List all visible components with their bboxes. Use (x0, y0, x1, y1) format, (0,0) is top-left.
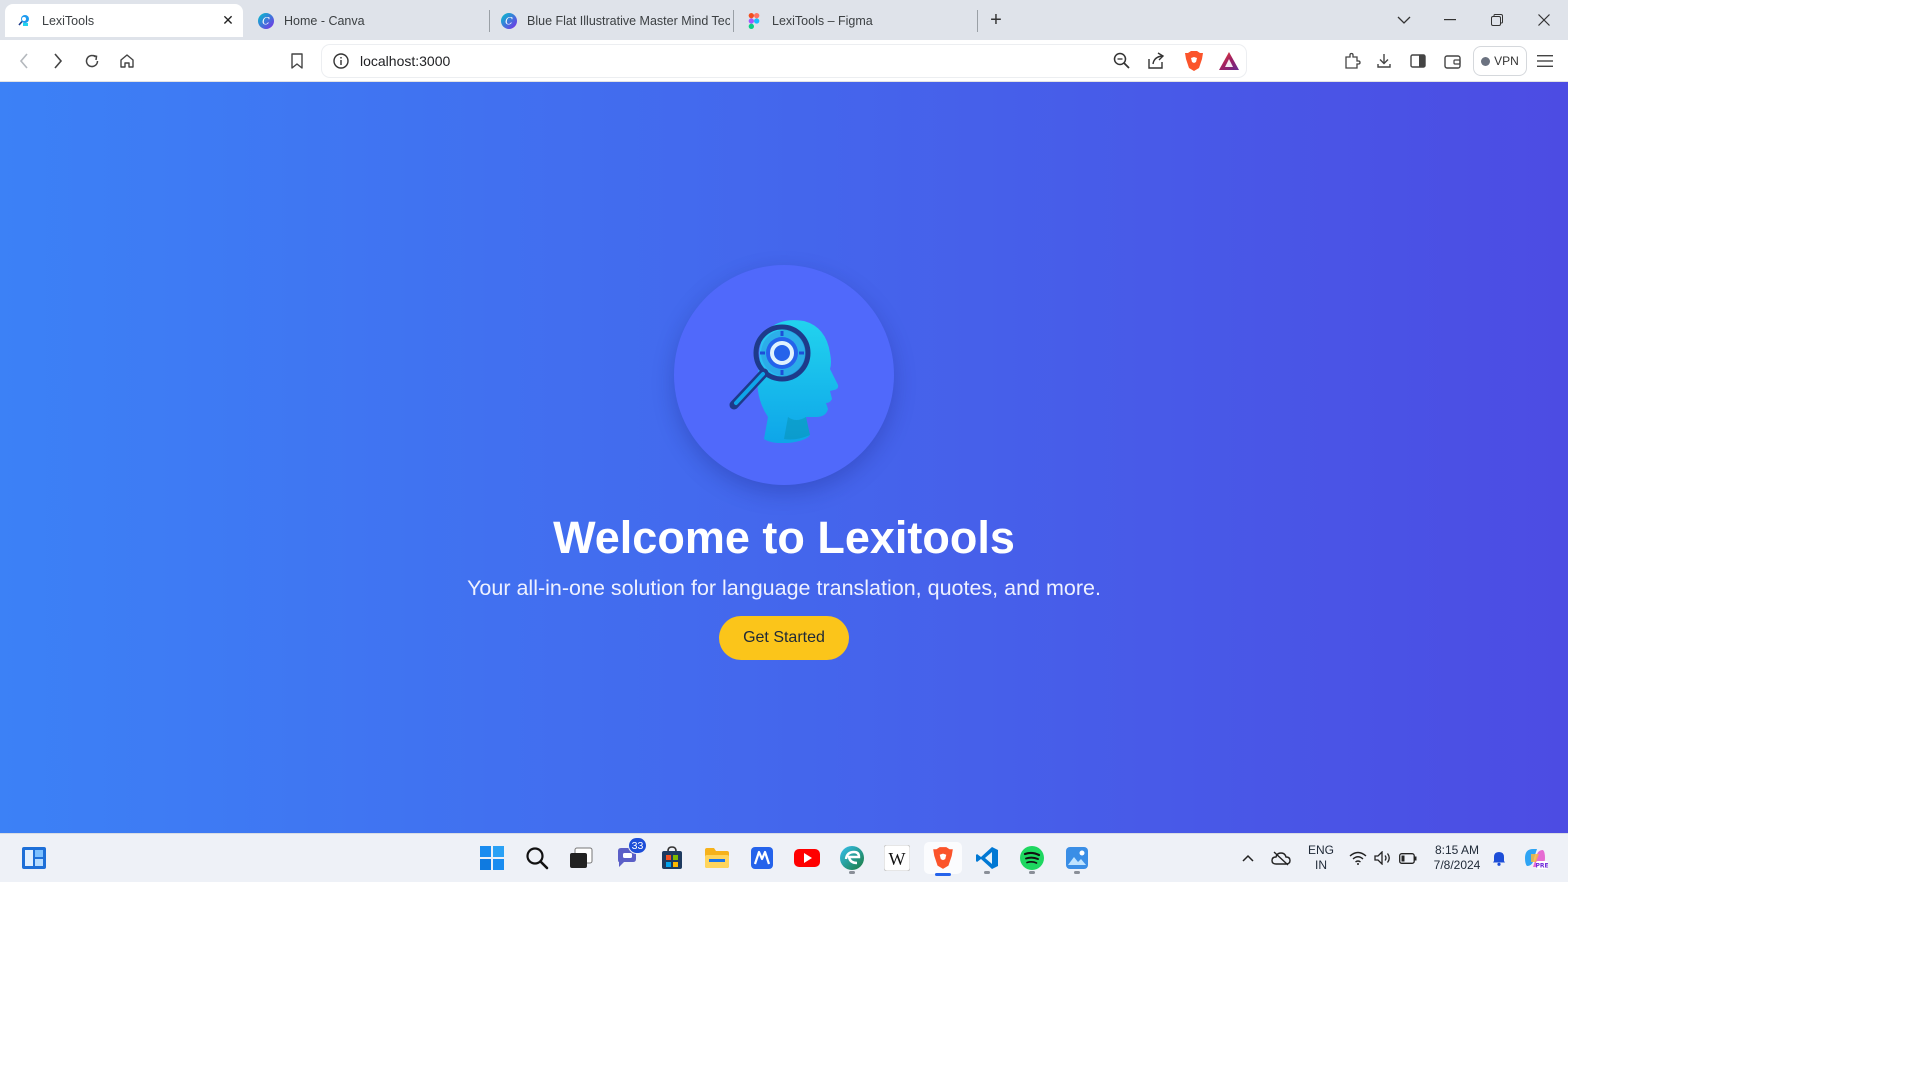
url-text[interactable]: localhost:3000 (360, 53, 450, 69)
running-indicator (984, 871, 990, 874)
tab-title: Blue Flat Illustrative Master Mind Tec (527, 13, 730, 28)
youtube-icon[interactable] (791, 842, 823, 874)
minimize-icon[interactable] (1438, 8, 1462, 32)
wallet-icon[interactable] (1439, 48, 1465, 74)
share-icon[interactable] (1146, 51, 1166, 71)
task-view-icon[interactable] (565, 842, 597, 874)
tab-strip: LexiTools ✕ C Home - Canva C Blue Flat I… (0, 0, 1568, 40)
file-explorer-icon[interactable] (701, 842, 733, 874)
wikipedia-icon[interactable]: W (881, 842, 913, 874)
volume-icon[interactable] (1371, 842, 1395, 874)
photos-icon[interactable] (1061, 842, 1093, 874)
svg-text:C: C (262, 16, 270, 27)
running-indicator (1074, 871, 1080, 874)
forward-arrow-icon[interactable] (45, 48, 71, 74)
notification-bell-icon[interactable] (1488, 842, 1510, 874)
landing-page: Welcome to Lexitools Your all-in-one sol… (0, 82, 1568, 833)
svg-text:W: W (889, 849, 906, 869)
language-line-1: ENG (1307, 843, 1334, 857)
home-icon[interactable] (114, 48, 140, 74)
teams-chat-icon[interactable]: 33 (611, 837, 647, 874)
running-indicator (849, 871, 855, 874)
tab-lexitools-figma[interactable]: LexiTools – Figma (735, 4, 975, 37)
windows-start-icon[interactable] (476, 842, 508, 874)
reload-icon[interactable] (79, 48, 105, 74)
running-indicator (1029, 871, 1035, 874)
brave-shields-icon[interactable] (1184, 50, 1204, 72)
clock-date: 7/8/2024 (1433, 858, 1481, 872)
restore-icon[interactable] (1485, 8, 1509, 32)
close-window-icon[interactable] (1532, 8, 1556, 32)
svg-text:C: C (505, 16, 513, 27)
search-icon[interactable] (521, 842, 553, 874)
back-arrow-icon[interactable] (11, 48, 37, 74)
close-tab-icon[interactable]: ✕ (219, 12, 237, 30)
wifi-icon[interactable] (1346, 842, 1370, 874)
microsoft-store-icon[interactable] (656, 842, 688, 874)
page-tagline: Your all-in-one solution for language tr… (467, 576, 1101, 600)
page-title: Welcome to Lexitools (553, 512, 1015, 563)
tab-title: LexiTools – Figma (772, 13, 873, 28)
new-tab-button[interactable]: + (985, 9, 1007, 31)
clock-time: 8:15 AM (1434, 843, 1480, 857)
language-indicator[interactable]: ENG IN (1302, 843, 1340, 873)
head-magnifier-icon (729, 320, 839, 443)
windows-taskbar: 33 W ENG IN 8:15 AM 7/8/2024 PRE (0, 833, 1568, 882)
language-line-2: IN (1315, 858, 1327, 872)
address-bar[interactable]: localhost:3000 (322, 45, 1246, 77)
site-info-icon[interactable] (332, 52, 350, 70)
copilot-icon[interactable]: PRE (1520, 842, 1550, 874)
vpn-status-dot (1481, 56, 1491, 66)
tab-home-canva[interactable]: C Home - Canva (247, 4, 487, 37)
canva-favicon-icon: C (258, 12, 274, 29)
chat-notification-badge: 33 (628, 837, 647, 854)
sidebar-icon[interactable] (1405, 48, 1431, 74)
app-m-icon[interactable] (746, 842, 778, 874)
extensions-icon[interactable] (1339, 48, 1365, 74)
zoom-icon[interactable] (1112, 51, 1132, 71)
active-indicator (935, 873, 951, 876)
download-icon[interactable] (1371, 48, 1397, 74)
figma-favicon-icon (746, 12, 762, 29)
spotify-icon[interactable] (1016, 842, 1048, 874)
show-hidden-icons-chevron-icon[interactable] (1238, 842, 1258, 874)
lexitools-favicon-icon (16, 13, 32, 29)
edge-icon[interactable] (836, 842, 868, 874)
tab-title: Home - Canva (284, 13, 365, 28)
tab-blue-flat-canva[interactable]: C Blue Flat Illustrative Master Mind Tec (490, 4, 730, 37)
battery-icon[interactable] (1396, 842, 1420, 874)
brave-taskbar-icon[interactable] (924, 842, 962, 876)
tab-separator (977, 10, 978, 32)
menu-hamburger-icon[interactable] (1532, 48, 1558, 74)
vpn-button[interactable]: VPN (1473, 46, 1527, 76)
tab-separator (733, 10, 734, 32)
tab-title: LexiTools (42, 13, 95, 28)
lexitools-logo (674, 265, 894, 485)
tab-search-chevron-icon[interactable] (1392, 8, 1416, 32)
browser-toolbar: localhost:3000 VPN (0, 40, 1568, 82)
get-started-button[interactable]: Get Started (719, 616, 849, 660)
canva-favicon-icon: C (501, 12, 517, 29)
clock[interactable]: 8:15 AM 7/8/2024 (1428, 843, 1486, 873)
tab-lexitools[interactable]: LexiTools ✕ (5, 4, 243, 37)
svg-text:PRE: PRE (1535, 863, 1548, 870)
brave-rewards-icon[interactable] (1218, 51, 1240, 71)
bookmark-icon[interactable] (284, 48, 310, 74)
widgets-icon[interactable] (18, 842, 50, 874)
onedrive-offline-icon[interactable] (1268, 842, 1294, 874)
vscode-icon[interactable] (971, 842, 1003, 874)
vpn-label: VPN (1494, 54, 1519, 68)
